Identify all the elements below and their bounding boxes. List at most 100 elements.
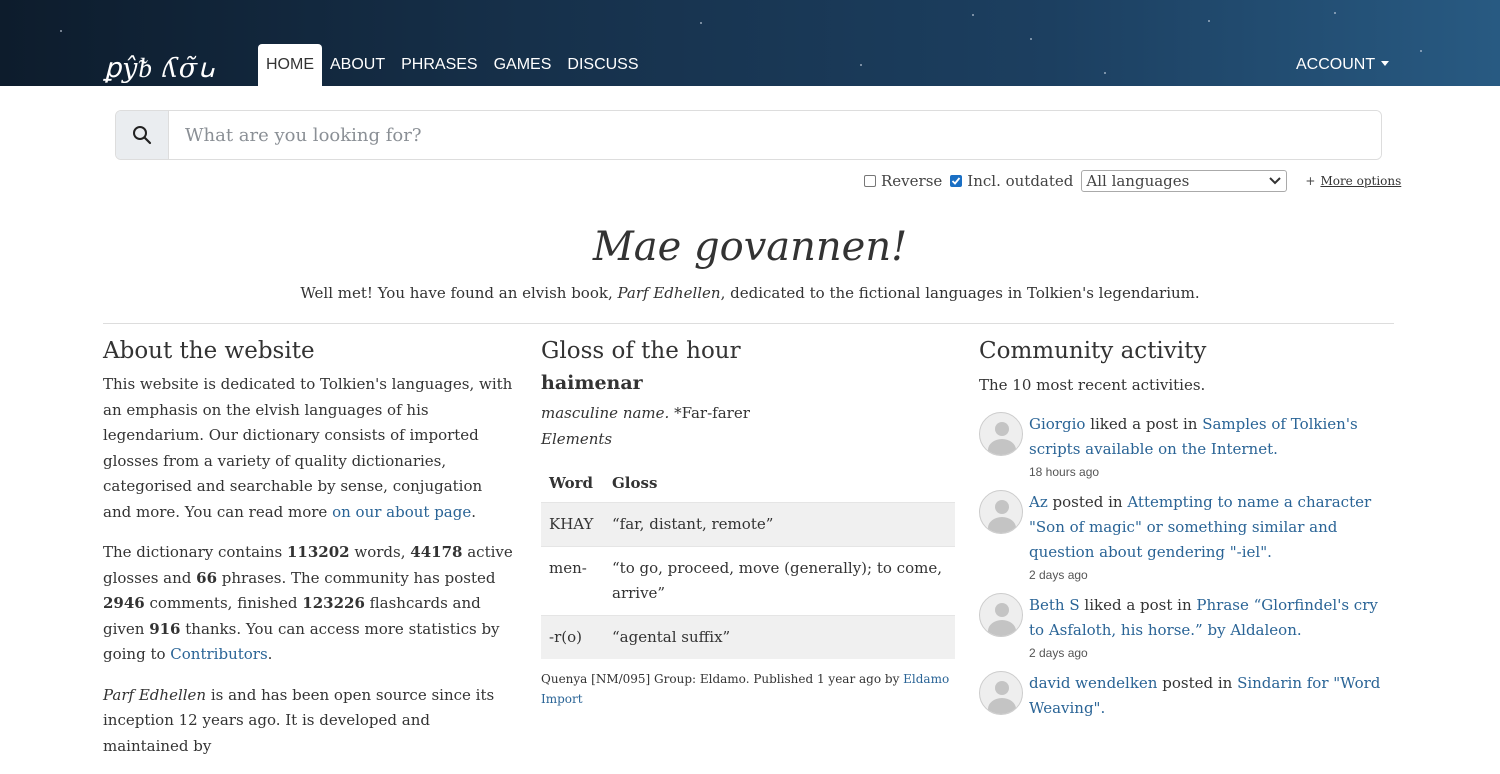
activity-text: Giorgio liked a post in Samples of Tolki… <box>1029 412 1393 462</box>
gloss-count: 44178 <box>410 543 463 561</box>
search-icon-container[interactable] <box>116 111 169 159</box>
activity-item: Giorgio liked a post in Samples of Tolki… <box>979 412 1393 482</box>
element-word[interactable]: -r(o) <box>541 615 604 659</box>
stats-text: words, <box>349 543 411 561</box>
thanks-count: 916 <box>149 619 181 638</box>
site-logo[interactable]: ꝑŷᵬ ʎσ̃ꭎ <box>104 48 216 84</box>
avatar[interactable] <box>979 593 1023 637</box>
activity-time: 2 days ago <box>1029 568 1088 582</box>
avatar[interactable] <box>979 412 1023 456</box>
outdated-checkbox[interactable] <box>950 175 963 187</box>
table-row: -r(o) “agental suffix” <box>541 615 955 659</box>
activity-text: Beth S liked a post in Phrase “Glorfinde… <box>1029 593 1393 643</box>
table-row: KHAY “far, distant, remote” <box>541 502 955 547</box>
about-paragraph-1: This website is dedicated to Tolkien's l… <box>103 372 513 525</box>
avatar[interactable] <box>979 490 1023 534</box>
main-nav: HOME ABOUT PHRASES GAMES DISCUSS <box>258 44 647 86</box>
contributors-link[interactable]: Contributors <box>170 645 267 663</box>
gloss-column: Gloss of the hour haimenar masculine nam… <box>541 338 955 709</box>
nav-discuss[interactable]: DISCUSS <box>559 44 646 86</box>
hero-sub-book: Parf Edhellen <box>617 284 721 302</box>
element-gloss: “far, distant, remote” <box>604 502 955 547</box>
community-subtitle: The 10 most recent activities. <box>979 376 1206 394</box>
column-header-gloss: Gloss <box>612 474 658 492</box>
section-divider <box>103 323 1394 324</box>
elements-table: Word Gloss KHAY “far, distant, remote” m… <box>541 464 955 659</box>
user-icon <box>995 603 1009 617</box>
star-decoration <box>60 30 62 32</box>
star-decoration <box>1334 12 1336 14</box>
activity-text: david wendelken posted in Sindarin for "… <box>1029 671 1393 721</box>
flashcard-count: 123226 <box>302 594 365 612</box>
activity-action: posted in <box>1047 493 1128 511</box>
gloss-meaning: *Far-farer <box>669 404 750 422</box>
element-word[interactable]: KHAY <box>541 502 604 547</box>
column-header-word: Word <box>549 474 594 492</box>
activity-user-link[interactable]: Giorgio <box>1029 415 1085 433</box>
user-icon <box>995 422 1009 436</box>
comment-count: 2946 <box>103 594 145 612</box>
search-bar <box>115 110 1382 160</box>
more-options-link[interactable]: More options <box>1320 174 1401 188</box>
outdated-label: Incl. outdated <box>967 172 1074 190</box>
about-text: This website is dedicated to Tolkien's l… <box>103 375 513 521</box>
star-decoration <box>860 64 862 66</box>
gloss-definition: masculine name. *Far-farer <box>541 400 955 426</box>
user-icon-body <box>988 439 1016 455</box>
elements-label-text: Elements <box>541 430 613 448</box>
user-icon <box>995 500 1009 514</box>
user-icon <box>995 681 1009 695</box>
hero-subtitle: Well met! You have found an elvish book,… <box>0 284 1500 302</box>
language-select[interactable]: All languages <box>1081 170 1288 192</box>
nav-home[interactable]: HOME <box>258 44 322 86</box>
element-gloss: “to go, proceed, move (generally); to co… <box>604 546 955 616</box>
stats-text: The dictionary contains <box>103 543 287 561</box>
search-options: Reverse Incl. outdated All languages + M… <box>864 170 1401 192</box>
user-icon-body <box>988 517 1016 533</box>
about-title: About the website <box>103 338 315 364</box>
activity-user-link[interactable]: Beth S <box>1029 596 1080 614</box>
gloss-title: Gloss of the hour <box>541 338 741 364</box>
star-decoration <box>1104 72 1106 74</box>
user-icon-body <box>988 698 1016 714</box>
table-row: men- “to go, proceed, move (generally); … <box>541 546 955 616</box>
phrase-count: 66 <box>196 568 218 587</box>
plus-icon: + <box>1305 174 1316 188</box>
account-label: ACCOUNT <box>1296 56 1376 73</box>
about-column: About the website This website is dedica… <box>103 338 513 774</box>
stats-text: phrases. The community has posted <box>217 568 496 587</box>
stats-text: comments, finished <box>144 594 303 612</box>
search-input[interactable] <box>169 111 1381 159</box>
user-icon-body <box>988 620 1016 636</box>
top-navbar: ꝑŷᵬ ʎσ̃ꭎ HOME ABOUT PHRASES GAMES DISCUS… <box>0 0 1500 86</box>
nav-phrases[interactable]: PHRASES <box>393 44 485 86</box>
reverse-checkbox[interactable] <box>864 175 876 187</box>
stats-text-end: . <box>267 645 273 663</box>
element-word[interactable]: men- <box>541 546 604 616</box>
word-count: 113202 <box>286 543 350 561</box>
language-select-value: All languages <box>1086 172 1190 190</box>
checkmark-icon <box>952 177 961 185</box>
search-icon <box>133 126 152 145</box>
activity-user-link[interactable]: Az <box>1029 493 1048 511</box>
about-page-link[interactable]: on our about page <box>332 503 471 521</box>
hero-sub-text-end: , dedicated to the fictional languages i… <box>720 284 1200 302</box>
chevron-down-icon <box>1269 177 1282 185</box>
community-title: Community activity <box>979 338 1207 364</box>
about-paragraph-3: Parf Edhellen is and has been open sourc… <box>103 683 513 760</box>
gloss-type: masculine name. <box>541 404 670 422</box>
activity-action: liked a post in <box>1079 596 1197 614</box>
avatar[interactable] <box>979 671 1023 715</box>
nav-games[interactable]: GAMES <box>486 44 560 86</box>
reverse-label: Reverse <box>881 172 943 190</box>
star-decoration <box>1420 50 1422 52</box>
activity-time: 2 days ago <box>1029 646 1088 660</box>
gloss-word[interactable]: haimenar <box>541 372 955 394</box>
activity-user-link[interactable]: david wendelken <box>1029 674 1157 692</box>
gloss-footer: Quenya [NM/095] Group: Eldamo. Published… <box>541 669 955 709</box>
account-menu[interactable]: ACCOUNT <box>1296 44 1390 86</box>
activity-item: Az posted in Attempting to name a charac… <box>979 490 1393 585</box>
nav-about[interactable]: ABOUT <box>322 44 393 86</box>
activity-item: Beth S liked a post in Phrase “Glorfinde… <box>979 593 1393 663</box>
hero-title: Mae govannen! <box>592 224 908 270</box>
